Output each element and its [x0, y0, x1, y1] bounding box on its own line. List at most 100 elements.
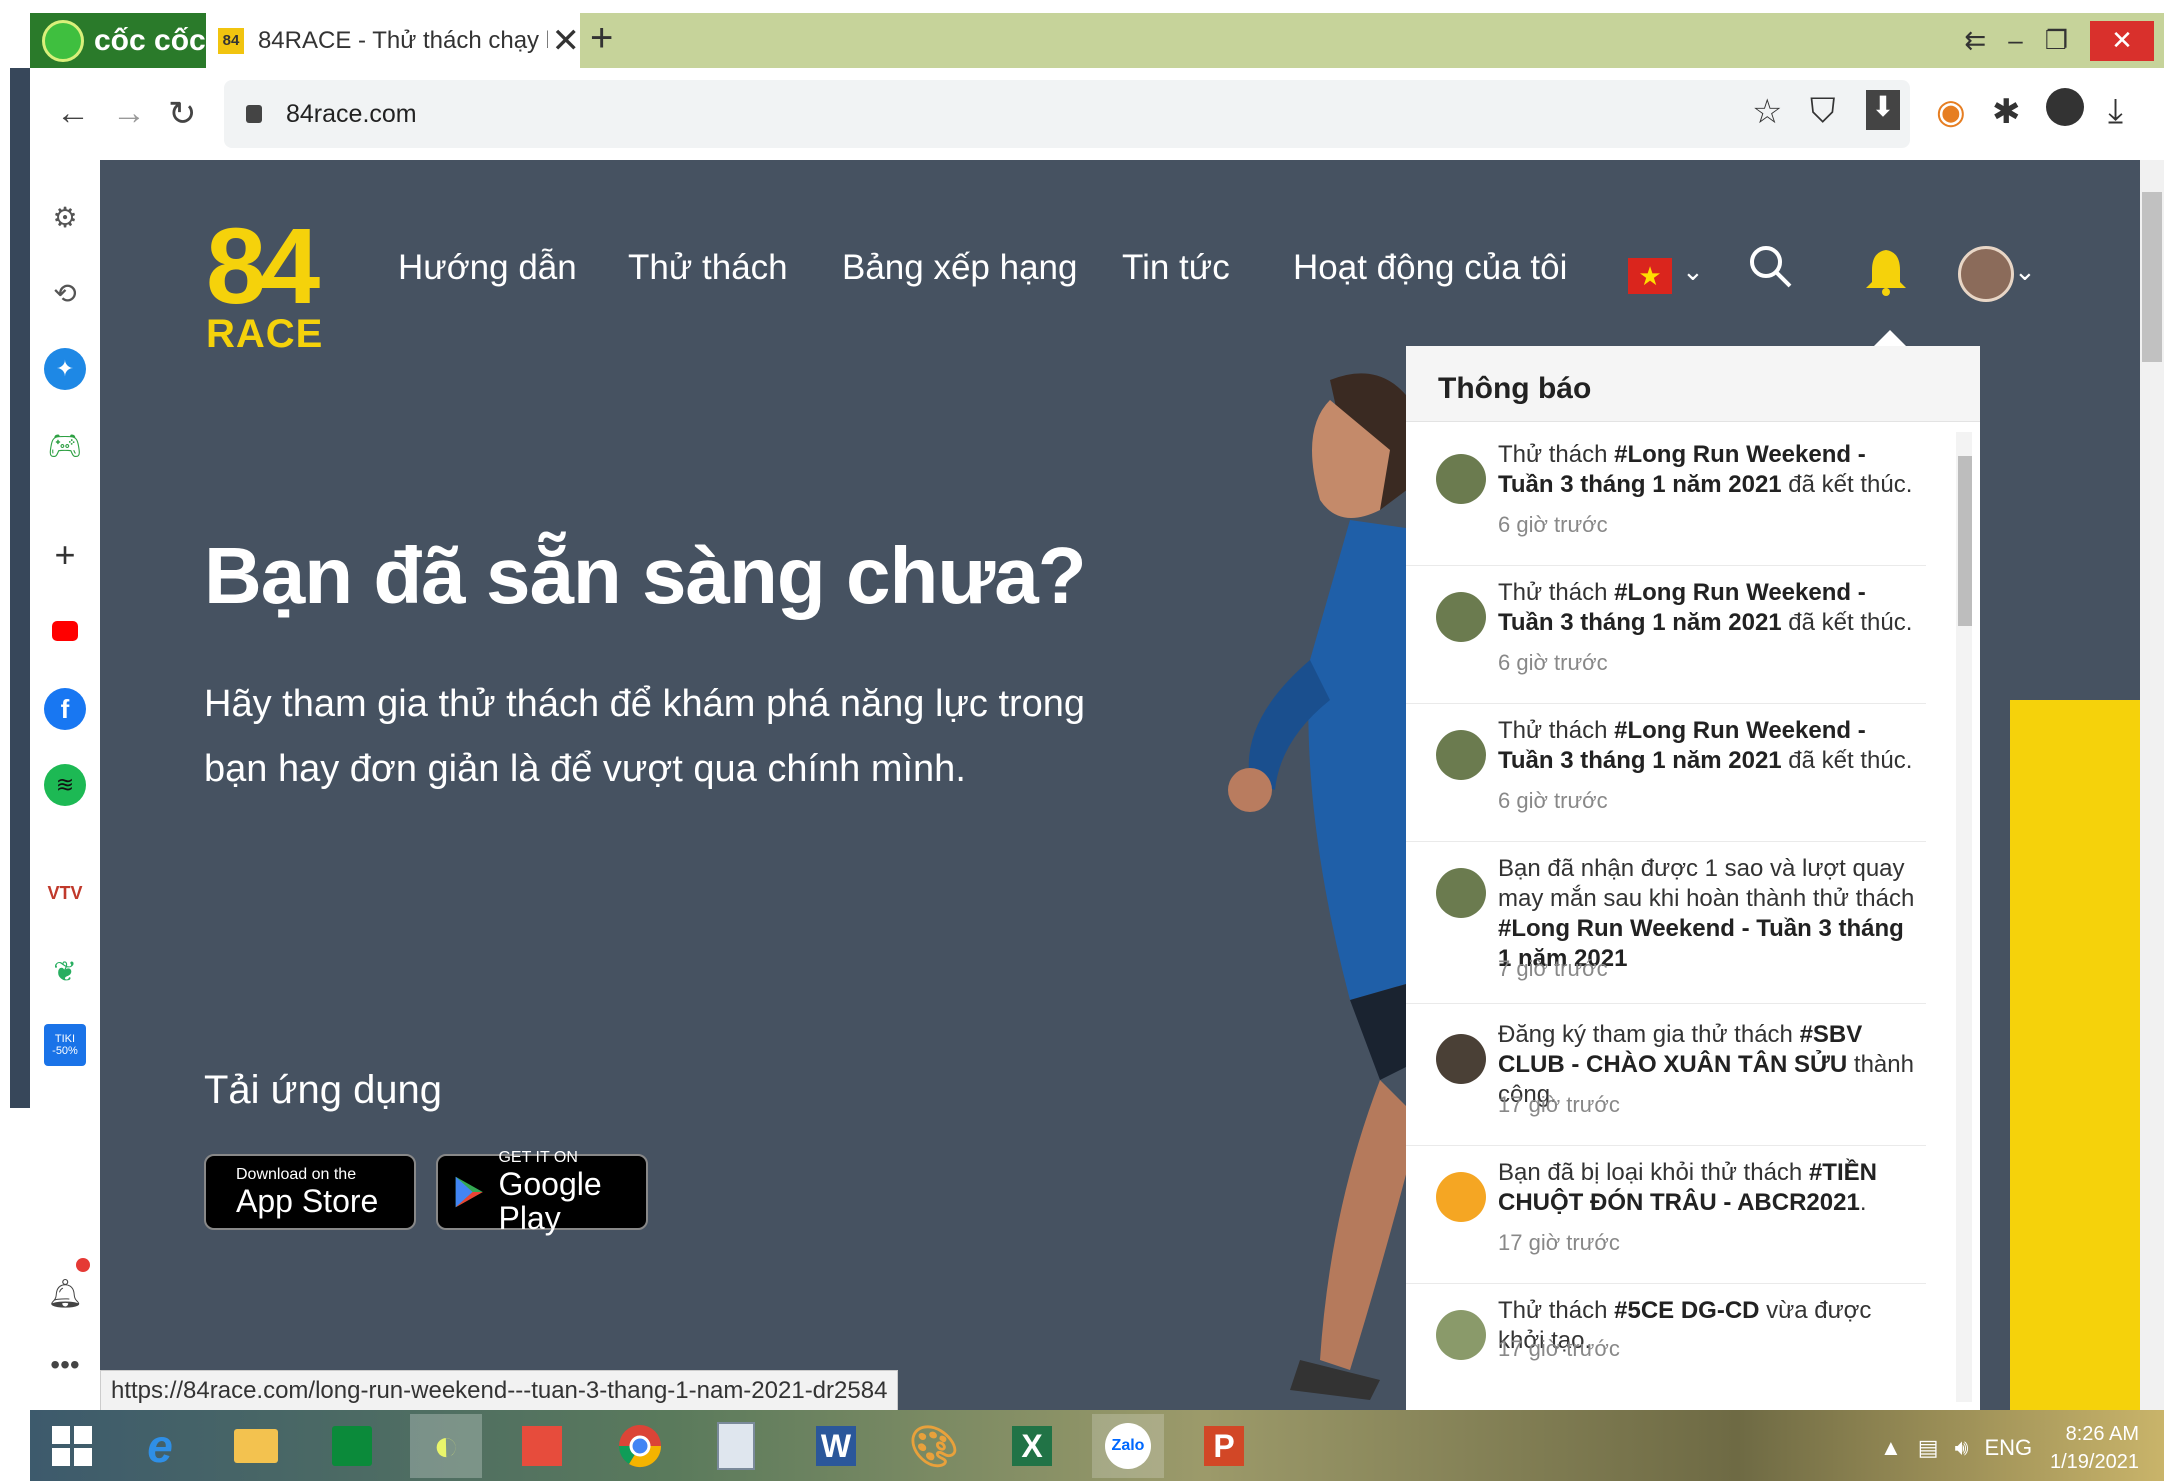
google-play-icon — [455, 1176, 483, 1208]
lock-icon — [246, 105, 262, 123]
notification-time: 17 giờ trước — [1498, 1336, 1620, 1361]
address-bar[interactable]: 84race.com — [224, 80, 1910, 148]
more-icon[interactable]: ••• — [44, 1344, 86, 1386]
bell-icon[interactable] — [1866, 248, 1906, 296]
windows-start-icon[interactable] — [36, 1414, 108, 1478]
file-explorer-icon[interactable] — [220, 1414, 292, 1478]
zalo-icon[interactable]: Zalo — [1092, 1414, 1164, 1478]
spotify-icon[interactable]: ≋ — [44, 764, 86, 806]
language-indicator[interactable]: ENG — [1984, 1435, 2032, 1461]
flag-star: ★ — [1638, 260, 1662, 291]
google-play-button[interactable]: GET IT ON Google Play — [436, 1149, 648, 1235]
coccoc-taskbar-icon[interactable]: ◐ — [410, 1414, 482, 1478]
notification-time: 17 giờ trước — [1498, 1230, 1620, 1255]
history-icon[interactable]: ⟲ — [44, 272, 86, 314]
app-icon[interactable]: ❦ — [44, 950, 86, 992]
notification-text: Thử thách #Long Run Weekend - Tuần 3 thá… — [1498, 579, 1913, 636]
notification-avatar — [1436, 1172, 1486, 1222]
page-scroll-thumb[interactable] — [2142, 192, 2162, 362]
paint-app-icon[interactable] — [506, 1414, 578, 1478]
network-icon[interactable]: ▤ — [1918, 1435, 1939, 1461]
forward-icon[interactable]: → — [112, 94, 146, 133]
desktop-edge — [10, 68, 30, 1108]
gamepad-icon[interactable]: 🎮︎ — [44, 424, 86, 466]
vtv-icon[interactable]: VTV — [44, 872, 86, 914]
window-close-icon[interactable]: ✕ — [2090, 20, 2154, 61]
shield-icon[interactable]: ⛉ — [1810, 92, 1836, 131]
restore-icon[interactable]: ❐ — [2045, 25, 2068, 56]
notification-avatar — [1436, 730, 1486, 780]
gear-icon[interactable]: ⚙ — [44, 196, 86, 238]
app-store-button[interactable]: Download on the App Store — [204, 1154, 416, 1230]
notification-time: 17 giờ trước — [1498, 1092, 1620, 1117]
logo-word: RACE — [206, 312, 324, 356]
notification-item[interactable]: Bạn đã bị loại khỏi thử thách #TIỀN CHUỘ… — [1406, 1158, 1926, 1284]
nav-bang-xep-hang[interactable]: Bảng xếp hạng — [842, 248, 1077, 288]
internet-explorer-icon[interactable]: e — [124, 1414, 196, 1478]
facebook-icon[interactable]: f — [44, 688, 86, 730]
app-store-small: Download on the — [236, 1166, 357, 1183]
chevron-down-icon[interactable]: ⌄ — [2014, 256, 2036, 287]
reload-icon[interactable]: ↻ — [168, 94, 197, 134]
back-icon[interactable]: ← — [56, 94, 90, 133]
coccoc-menu-button[interactable]: cốc cốc — [30, 13, 206, 68]
word-icon[interactable]: W — [800, 1414, 872, 1478]
tab-close-icon[interactable]: ✕ — [552, 21, 581, 61]
notification-item[interactable]: Thử thách #Long Run Weekend - Tuần 3 thá… — [1406, 578, 1926, 704]
notification-time: 7 giờ trước — [1498, 956, 1608, 981]
browser-brand: cốc cốc — [94, 23, 206, 57]
google-play-small: GET IT ON — [498, 1149, 578, 1166]
tiki-icon[interactable]: TIKI -50% — [44, 1024, 86, 1066]
calculator-icon[interactable] — [700, 1414, 772, 1478]
notification-item[interactable]: Bạn đã nhận được 1 sao và lượt quay may … — [1406, 854, 1926, 1004]
nav-tin-tuc[interactable]: Tin tức — [1122, 248, 1230, 288]
browser-tab[interactable]: 84 84RACE - Thử thách chạy bộ ✕ — [206, 13, 580, 68]
chevron-down-icon[interactable]: ⌄ — [1682, 256, 1704, 287]
notification-scroll-thumb[interactable] — [1958, 456, 1972, 626]
notification-item[interactable]: Thử thách #Long Run Weekend - Tuần 3 thá… — [1406, 440, 1926, 566]
nav-hoat-dong[interactable]: Hoạt động của tôi — [1293, 248, 1567, 288]
decor-yellow-band — [2010, 700, 2140, 1420]
bell-icon[interactable]: 🔔︎ — [44, 1272, 86, 1314]
extension-coccoc-icon[interactable]: ◉ — [1936, 92, 1966, 132]
notification-item[interactable]: Đăng ký tham gia thử thách #SBV CLUB - C… — [1406, 1020, 1926, 1146]
notification-time: 6 giờ trước — [1498, 650, 1608, 675]
avatar[interactable] — [1958, 246, 2014, 302]
vietnam-flag-icon[interactable]: ★ — [1628, 258, 1672, 294]
extensions-puzzle-icon[interactable]: ✱ — [1992, 92, 2021, 132]
excel-icon[interactable]: X — [996, 1414, 1068, 1478]
youtube-icon[interactable] — [44, 610, 86, 652]
tray-chevron-icon[interactable]: ▲ — [1880, 1435, 1902, 1461]
store-icon[interactable] — [316, 1414, 388, 1478]
messenger-icon[interactable]: ✦ — [44, 348, 86, 390]
runner-image — [1228, 373, 1420, 1400]
search-icon[interactable] — [1748, 244, 1792, 288]
app-store-large: App Store — [236, 1183, 379, 1219]
profile-icon[interactable] — [2046, 88, 2084, 126]
add-icon[interactable]: + — [44, 534, 86, 576]
notification-text: Bạn đã bị loại khỏi thử thách #TIỀN CHUỘ… — [1498, 1159, 1877, 1216]
bookmark-star-icon[interactable]: ☆ — [1752, 92, 1782, 132]
notification-avatar — [1436, 454, 1486, 504]
nav-thu-thach[interactable]: Thử thách — [628, 248, 788, 288]
volume-icon[interactable]: 🔊︎ — [1955, 1435, 1969, 1461]
system-tray: ▲ ▤ 🔊︎ ENG — [1880, 1418, 2032, 1478]
site-favicon-icon: 84 — [218, 27, 244, 54]
notification-text: Thử thách #Long Run Weekend - Tuần 3 thá… — [1498, 717, 1913, 774]
new-tab-button[interactable]: + — [590, 16, 613, 61]
notification-item[interactable]: Thử thách #Long Run Weekend - Tuần 3 thá… — [1406, 716, 1926, 842]
tab-list-icon[interactable]: ⇇ — [1964, 25, 1986, 56]
downloads-icon[interactable]: ⤓ — [2108, 92, 2123, 131]
site-logo[interactable]: 84 RACE — [206, 212, 324, 356]
notification-caret — [1874, 330, 1906, 346]
paint-icon[interactable]: 🎨︎ — [898, 1414, 970, 1478]
taskbar-clock[interactable]: 8:26 AM 1/19/2021 — [2050, 1420, 2139, 1476]
chrome-icon[interactable] — [604, 1414, 676, 1478]
minimize-icon[interactable]: – — [2008, 25, 2022, 56]
powerpoint-icon[interactable]: P — [1188, 1414, 1260, 1478]
nav-huong-dan[interactable]: Hướng dẫn — [398, 248, 577, 288]
download-video-icon[interactable]: ⬇ — [1866, 90, 1900, 130]
notification-item[interactable]: Thử thách #5CE DG-CD vừa được khởi tạo. … — [1406, 1296, 1926, 1396]
clock-time: 8:26 AM — [2065, 1423, 2139, 1445]
download-title: Tải ứng dụng — [204, 1068, 443, 1112]
